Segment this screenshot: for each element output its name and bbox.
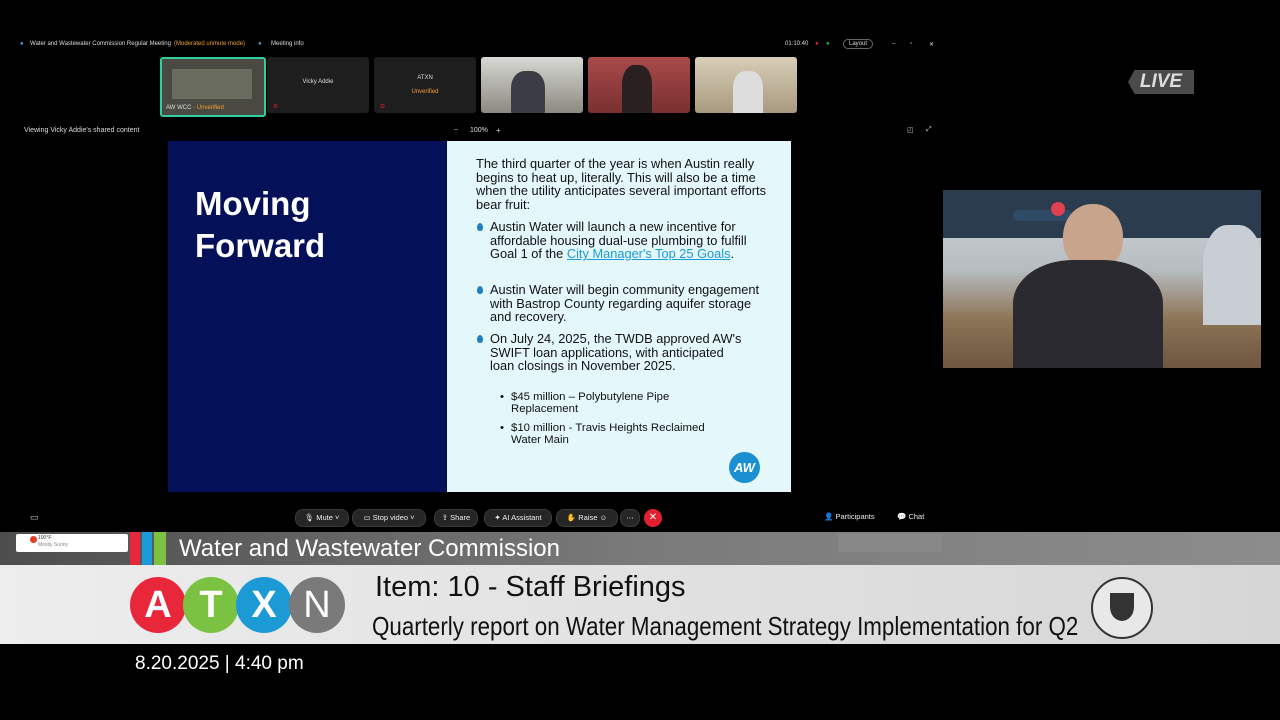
fullscreen-icon[interactable]: ⤢: [926, 126, 932, 134]
atxn-logo-x: X: [236, 577, 292, 633]
meeting-title: Water and Wastewater Commission Regular …: [30, 41, 171, 47]
captions-icon[interactable]: ▭: [30, 512, 39, 523]
participant-tile[interactable]: AW WCC · Unverified: [160, 57, 266, 117]
water-drop-icon: [477, 286, 483, 294]
recording-icon: ●: [815, 41, 819, 47]
meeting-top-bar: ● Water and Wastewater Commission Regula…: [0, 36, 940, 52]
seal-shield: [1110, 593, 1134, 621]
participant-video: [622, 65, 652, 113]
slide-bullet: On July 24, 2025, the TWDB approved AW's…: [477, 332, 745, 373]
live-badge: LIVE: [1128, 70, 1194, 94]
accent-bar-blue: [142, 532, 152, 565]
participants-button[interactable]: 👤 Participants: [824, 512, 875, 521]
zoom-in-button[interactable]: +: [496, 126, 501, 135]
pop-out-icon[interactable]: ◰: [907, 126, 914, 134]
zoom-level: 100%: [470, 127, 488, 134]
zoom-out-button[interactable]: −: [454, 127, 458, 134]
share-button[interactable]: ⇪ Share: [434, 509, 478, 527]
stop-video-button[interactable]: ▭ Stop video ˅: [352, 509, 426, 527]
adjacent-person: [1203, 225, 1261, 325]
city-of-austin-seal: [1091, 577, 1153, 639]
agenda-band: A T X N Item: 10 - Staff Briefings Quart…: [0, 565, 1280, 644]
atxn-logo-n: N: [289, 577, 345, 633]
viewing-label: Viewing Vicky Addie's shared content: [24, 127, 140, 134]
slide-sub-bullet: • $45 million – Polybutylene Pipe Replace…: [500, 391, 670, 415]
weather-toast: 100°F Mostly Sunny: [16, 534, 128, 552]
commission-strip: 100°F Mostly Sunny Water and Wastewater C…: [0, 532, 1280, 565]
participant-video-tile[interactable]: [481, 57, 583, 113]
water-drop-icon: [477, 223, 483, 231]
raise-hand-button[interactable]: ✋ Raise ☺: [556, 509, 618, 527]
slide-title-panel: Moving Forward: [168, 141, 447, 492]
slide-intro: The third quarter of the year is when Au…: [476, 156, 766, 212]
room-camera-feed: [943, 190, 1261, 368]
chat-button[interactable]: 💬 Chat: [897, 512, 924, 521]
participant-name: ATXN: [417, 75, 433, 81]
slide-content-panel: The third quarter of the year is when Au…: [447, 141, 791, 492]
participant-name: AW WCC · Unverified: [166, 105, 224, 111]
water-drop-icon: [477, 335, 483, 343]
participant-video: [511, 71, 545, 113]
participant-video-tile[interactable]: [588, 57, 690, 113]
close-icon[interactable]: ✕: [929, 41, 934, 48]
end-call-icon: [1051, 202, 1065, 216]
weather-sun-icon: [30, 536, 37, 543]
commission-name: Water and Wastewater Commission: [179, 535, 560, 562]
participant-video: [733, 71, 763, 113]
speaker-body: [1013, 260, 1163, 368]
participant-name: Vicky Addie: [302, 79, 334, 85]
participant-tile[interactable]: ATXN Unverified ⊘: [374, 57, 476, 113]
room-video: [172, 69, 252, 99]
ai-assistant-button[interactable]: ✦ AI Assistant: [484, 509, 552, 527]
city-manager-goals-link[interactable]: City Manager's Top 25 Goals: [567, 246, 731, 261]
meeting-info-button[interactable]: Meeting info: [271, 41, 304, 47]
slide-sub-bullet: • $10 million - Travis Heights Reclaimed …: [500, 422, 705, 446]
participant-video-tile[interactable]: [695, 57, 797, 113]
broadcast-datetime: 8.20.2025 | 4:40 pm: [135, 653, 304, 674]
participant-status: Unverified: [411, 89, 439, 95]
security-icon: ●: [826, 41, 830, 47]
accent-bar-green: [154, 532, 166, 565]
austin-water-logo: AW: [729, 452, 760, 483]
atxn-logo-a: A: [130, 577, 186, 633]
accent-bar-red: [130, 532, 140, 565]
taskbar-tray: [838, 534, 942, 552]
restore-icon[interactable]: ▫: [910, 41, 912, 47]
info-icon[interactable]: ●: [258, 41, 262, 47]
muted-icon: ⊘: [380, 104, 386, 110]
webex-icon: ●: [20, 41, 24, 47]
participant-tile[interactable]: Vicky Addie ⊘: [267, 57, 369, 113]
slide-bullet: Austin Water will launch a new incentive…: [477, 220, 760, 261]
mute-button[interactable]: 🎙 Mute ˅: [295, 509, 349, 527]
agenda-item-title: Item: 10 - Staff Briefings: [375, 571, 686, 603]
meeting-timer: 01:10:40: [785, 41, 809, 47]
atxn-logo-t: T: [183, 577, 239, 633]
slide-title: Moving Forward: [195, 185, 326, 264]
muted-icon: ⊘: [273, 104, 279, 110]
minimize-icon[interactable]: –: [892, 41, 895, 47]
slide-bullet: Austin Water will begin community engage…: [477, 283, 760, 324]
meeting-mode: (Moderated unmute mode): [174, 41, 246, 47]
leave-meeting-button[interactable]: ✕: [644, 509, 662, 527]
more-options-button[interactable]: ⋯: [620, 509, 640, 527]
layout-button[interactable]: Layout: [843, 39, 874, 49]
agenda-item-subtitle: Quarterly report on Water Management Str…: [372, 611, 1079, 641]
